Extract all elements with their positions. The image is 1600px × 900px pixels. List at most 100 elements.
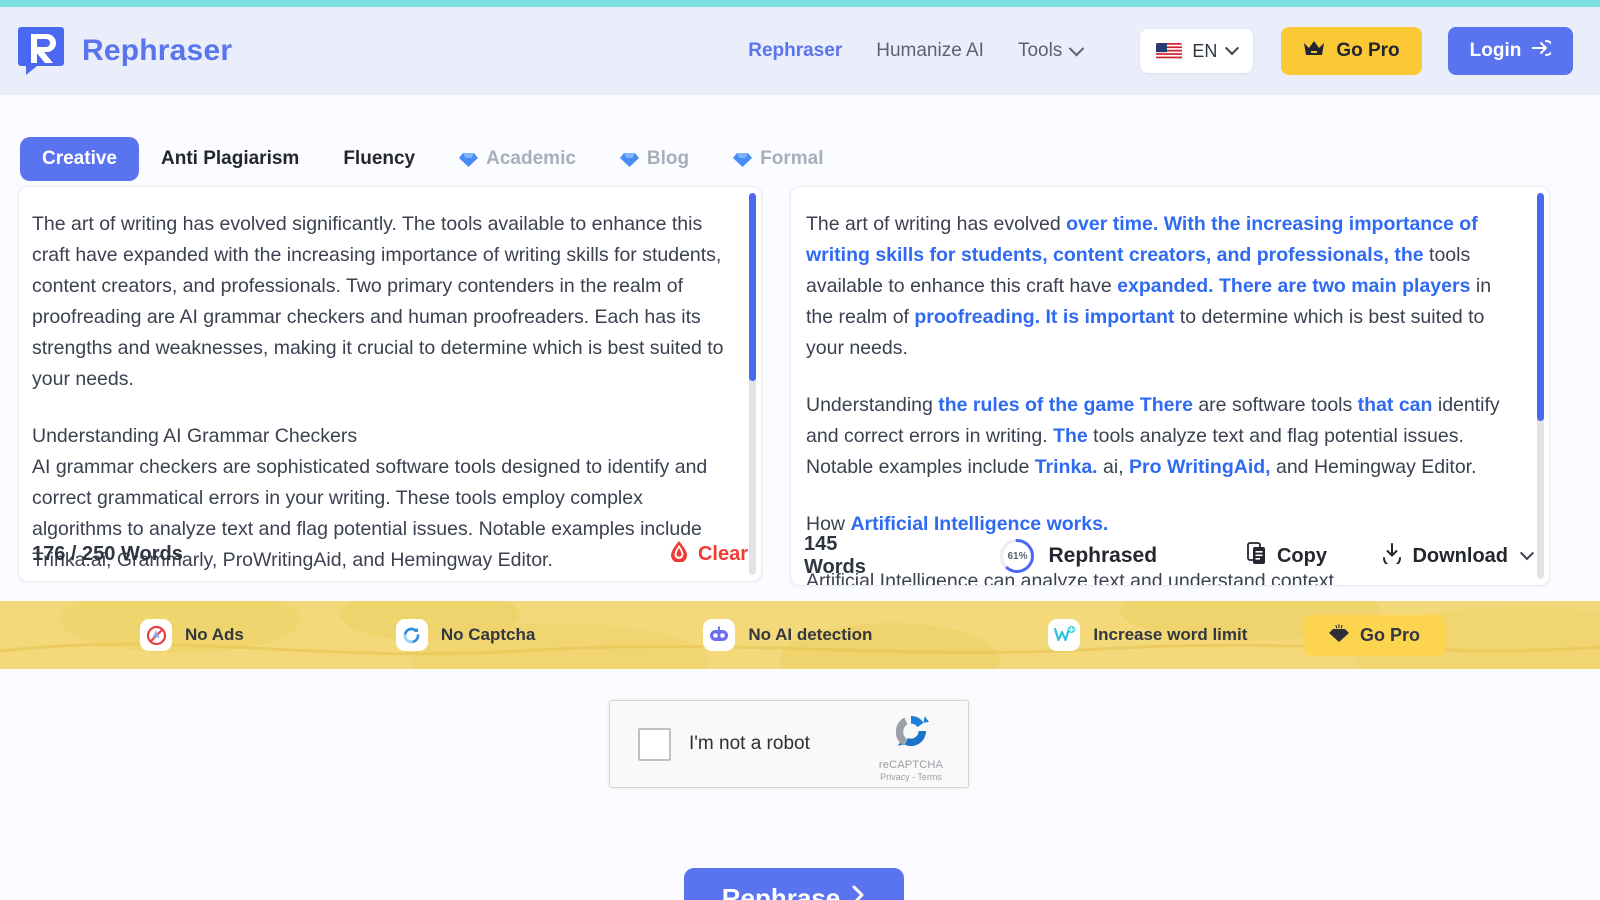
top-accent-strip [0, 0, 1600, 7]
rephraser-logo-icon [18, 25, 68, 77]
rephrased-progress-ring: 61% [999, 538, 1035, 574]
go-pro-button[interactable]: Go Pro [1281, 27, 1422, 75]
output-highlight: over time. [1066, 213, 1159, 235]
promo-item-no-captcha: No Captcha [395, 619, 536, 651]
output-highlight: proofreading. [914, 306, 1041, 328]
nav-item-rephraser[interactable]: Rephraser [748, 40, 842, 62]
recaptcha-logo-icon [890, 716, 932, 756]
input-scrollbar-thumb[interactable] [749, 193, 756, 381]
input-word-count: 176 / 250 Words [32, 542, 183, 565]
output-highlight: There are two main players [1219, 275, 1471, 297]
download-button[interactable]: Download [1382, 542, 1535, 570]
gem-icon [619, 151, 639, 168]
promo-label-no-ai-detection: No AI detection [748, 625, 873, 644]
output-highlight: The [1053, 425, 1088, 447]
promo-bar: No Ads No Captcha No AI detection Increa… [0, 601, 1600, 669]
mode-tabs: Creative Anti Plagiarism Fluency Academi… [20, 137, 846, 181]
output-highlight: Trinka. [1034, 456, 1098, 478]
clear-button[interactable]: Clear [669, 540, 748, 568]
brand-name: Rephraser [82, 34, 233, 67]
no-ads-icon [140, 619, 172, 651]
word-plus-icon [1048, 619, 1081, 651]
output-plain: Understanding [806, 394, 939, 416]
us-flag-icon [1156, 42, 1183, 60]
promo-label-increase-word-limit: Increase word limit [1093, 625, 1248, 644]
output-word-count: 145 Words [804, 533, 866, 578]
promo-go-pro-label: Go Pro [1359, 625, 1420, 645]
input-scrollbar[interactable] [749, 193, 756, 575]
output-highlight: It is important [1045, 306, 1175, 328]
promo-go-pro-button[interactable]: Go Pro [1302, 615, 1446, 656]
login-label: Login [1469, 40, 1522, 61]
input-paragraph-1: The art of writing has evolved significa… [32, 213, 724, 390]
tab-academic[interactable]: Academic [437, 137, 598, 181]
download-label: Download [1412, 544, 1508, 567]
copy-button[interactable]: Copy [1247, 542, 1327, 570]
output-highlight: Pro WritingAid, [1129, 456, 1271, 478]
copy-document-icon [1247, 542, 1267, 570]
recaptcha-checkbox[interactable] [638, 727, 671, 761]
rephrased-label: Rephrased [1048, 544, 1158, 567]
output-highlight: that can [1357, 394, 1433, 416]
recaptcha-label: I'm not a robot [689, 733, 810, 754]
chevron-down-icon [1069, 40, 1085, 56]
promo-label-no-captcha: No Captcha [440, 625, 536, 644]
login-button[interactable]: Login [1447, 27, 1574, 75]
output-highlight: expanded. [1117, 275, 1214, 297]
tab-creative-label: Creative [42, 148, 117, 169]
tab-formal[interactable]: Formal [711, 137, 845, 181]
chevron-right-icon [850, 883, 866, 900]
main-nav: Rephraser Humanize AI Tools [748, 40, 1085, 62]
gem-icon [459, 151, 479, 168]
progress-percent: 61% [1007, 550, 1028, 562]
nav-item-tools[interactable]: Tools [1017, 40, 1085, 62]
output-scrollbar-thumb[interactable] [1537, 193, 1544, 421]
recaptcha-brand: reCAPTCHA Privacy - Terms [868, 710, 954, 782]
app-root: Rephraser Rephraser Humanize AI Tools EN… [0, 0, 1600, 900]
promo-item-increase-word-limit: Increase word limit [1048, 619, 1247, 651]
recaptcha-terms[interactable]: Privacy - Terms [868, 772, 954, 782]
rephrase-label: Rephrase [721, 882, 841, 900]
gem-icon [1328, 623, 1349, 648]
nav-item-humanize-ai[interactable]: Humanize AI [876, 40, 984, 62]
output-plain: and Hemingway Editor. [1270, 456, 1477, 478]
rephrase-button[interactable]: Rephrase [684, 868, 904, 900]
chevron-down-icon [1519, 546, 1535, 561]
output-plain: ai, [1097, 456, 1130, 478]
tab-blog[interactable]: Blog [598, 137, 711, 181]
output-highlight: the rules of the game There [938, 394, 1193, 416]
tab-creative[interactable]: Creative [20, 137, 139, 181]
input-panel[interactable]: The art of writing has evolved significa… [18, 186, 762, 582]
brand[interactable]: Rephraser [18, 25, 232, 77]
clear-label: Clear [697, 542, 748, 565]
crown-icon [1303, 40, 1325, 63]
nav-item-tools-label: Tools [1017, 40, 1063, 61]
language-value: EN [1192, 40, 1218, 61]
tab-academic-label: Academic [486, 148, 576, 169]
input-footer-bar: 176 / 250 Words Clear [18, 524, 762, 584]
promo-label-no-ads: No Ads [185, 625, 244, 644]
output-paragraph-1: The art of writing has evolved over time… [806, 209, 1521, 364]
tab-fluency[interactable]: Fluency [321, 137, 437, 181]
language-selector[interactable]: EN [1140, 29, 1254, 73]
tab-formal-label: Formal [760, 148, 824, 169]
captcha-icon [395, 619, 428, 651]
eraser-icon [669, 540, 689, 568]
output-plain: The art of writing has evolved [806, 213, 1067, 235]
output-scrollbar[interactable] [1537, 193, 1544, 579]
login-arrow-icon [1531, 39, 1555, 63]
tab-blog-label: Blog [646, 148, 690, 169]
recaptcha-widget[interactable]: I'm not a robot reCAPTCHA Privacy - Term… [609, 700, 969, 788]
output-paragraph-2: Understanding the rules of the game Ther… [806, 390, 1521, 483]
robot-icon [703, 619, 736, 651]
chevron-down-icon [1225, 41, 1240, 56]
promo-item-no-ai-detection: No AI detection [703, 619, 872, 651]
tab-anti-plagiarism[interactable]: Anti Plagiarism [139, 137, 321, 181]
tab-anti-plagiarism-label: Anti Plagiarism [161, 148, 300, 169]
promo-item-no-ads: No Ads [140, 619, 244, 651]
output-footer-bar: 145 Words 61% Rephrased Copy Download [790, 526, 1550, 586]
input-textarea[interactable]: The art of writing has evolved significa… [19, 187, 761, 581]
download-icon [1382, 542, 1402, 570]
gem-icon [733, 151, 753, 168]
copy-label: Copy [1276, 544, 1327, 567]
